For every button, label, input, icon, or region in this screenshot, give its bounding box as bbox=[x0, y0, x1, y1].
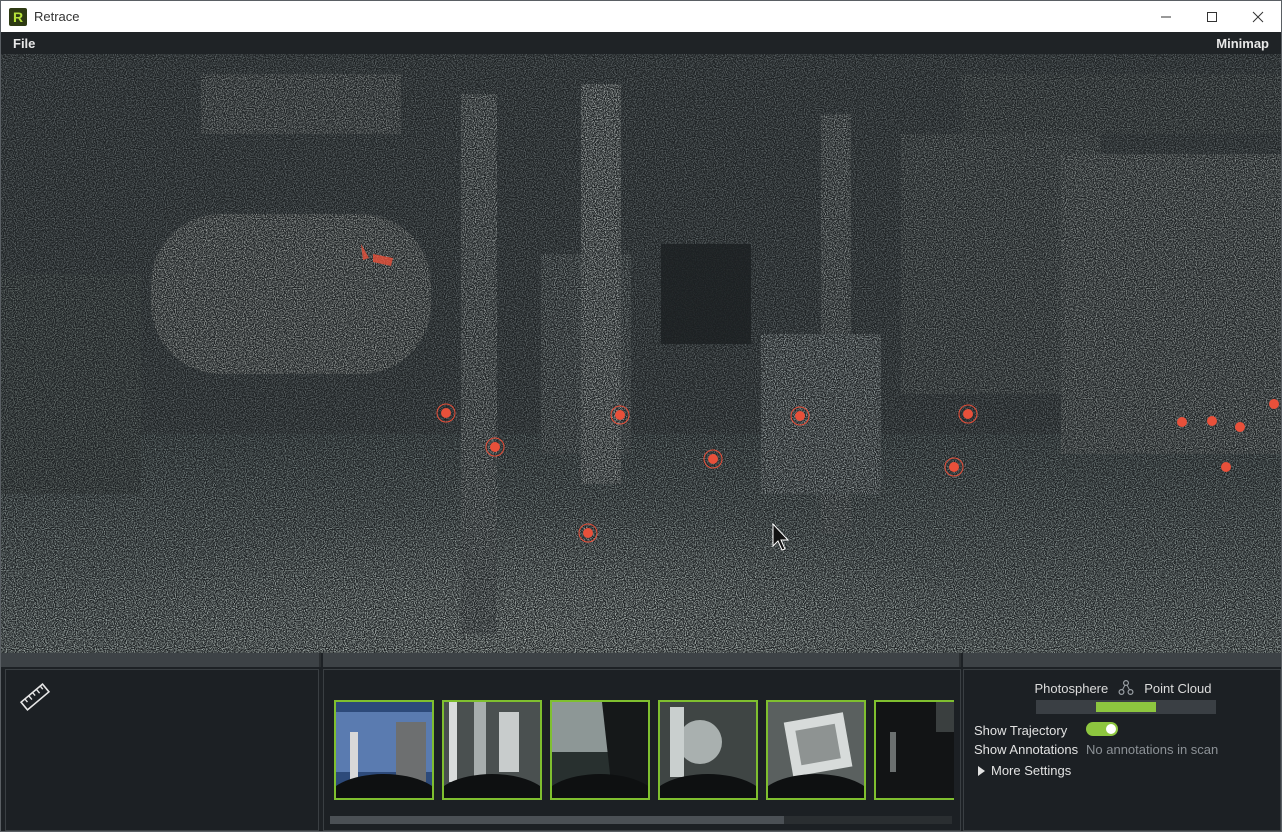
mode-point-cloud-label[interactable]: Point Cloud bbox=[1144, 681, 1211, 696]
window-title: Retrace bbox=[34, 9, 80, 24]
left-panel-header bbox=[1, 653, 321, 667]
thumbnail-6[interactable] bbox=[874, 700, 954, 800]
thumbnail-image bbox=[444, 702, 540, 798]
thumbnail-image bbox=[660, 702, 756, 798]
thumbnail-3[interactable] bbox=[550, 700, 650, 800]
thumbnail-2[interactable] bbox=[442, 700, 542, 800]
annotations-status: No annotations in scan bbox=[1086, 742, 1219, 757]
thumbnail-image bbox=[768, 702, 864, 798]
thumbnail-scrollbar[interactable] bbox=[330, 816, 952, 824]
thumbnail-image bbox=[876, 702, 954, 798]
point-cloud-viewport[interactable] bbox=[1, 54, 1281, 653]
close-button[interactable] bbox=[1235, 1, 1281, 32]
network-icon bbox=[1118, 680, 1134, 696]
maximize-icon bbox=[1207, 11, 1217, 22]
view-mode-slider[interactable] bbox=[1036, 700, 1216, 714]
thumbnail-strip[interactable] bbox=[334, 700, 954, 802]
view-mode-labels: Photosphere Point Cloud bbox=[964, 680, 1282, 696]
view-mode-slider-fill bbox=[1096, 702, 1156, 712]
show-trajectory-toggle[interactable] bbox=[1086, 722, 1118, 736]
thumbnail-1[interactable] bbox=[334, 700, 434, 800]
maximize-button[interactable] bbox=[1189, 1, 1235, 32]
minimize-icon bbox=[1161, 16, 1171, 17]
thumbnail-4[interactable] bbox=[658, 700, 758, 800]
menu-minimap[interactable]: Minimap bbox=[1216, 36, 1269, 51]
mode-photosphere-label[interactable]: Photosphere bbox=[1035, 681, 1109, 696]
view-settings-panel: Photosphere Point Cloud Show Trajectory … bbox=[963, 669, 1281, 831]
toggle-knob bbox=[1106, 724, 1116, 734]
thumbnail-5[interactable] bbox=[766, 700, 866, 800]
show-annotations-label: Show Annotations bbox=[974, 742, 1079, 757]
close-icon bbox=[1252, 11, 1264, 22]
ruler-icon[interactable] bbox=[18, 680, 52, 714]
thumbnail-image bbox=[336, 702, 432, 798]
menu-bar: File Minimap bbox=[1, 32, 1281, 54]
minimize-button[interactable] bbox=[1143, 1, 1189, 32]
show-trajectory-label: Show Trajectory bbox=[974, 723, 1068, 738]
more-settings-label: More Settings bbox=[991, 763, 1072, 778]
point-cloud-scene bbox=[1, 54, 1281, 653]
more-settings-expander[interactable]: More Settings bbox=[978, 763, 1071, 778]
title-bar[interactable]: R Retrace bbox=[1, 1, 1281, 32]
photosphere-thumbnail-panel bbox=[323, 669, 961, 831]
app-window: R Retrace File Minimap Photosphere Point… bbox=[0, 0, 1282, 832]
window-controls bbox=[1143, 1, 1281, 32]
thumbnail-scrollbar-thumb[interactable] bbox=[330, 816, 784, 824]
center-panel-header bbox=[323, 653, 961, 667]
thumbnail-image bbox=[552, 702, 648, 798]
menu-file[interactable]: File bbox=[13, 36, 35, 51]
app-logo-icon: R bbox=[9, 7, 27, 26]
expand-triangle-icon bbox=[978, 765, 985, 776]
tools-panel bbox=[5, 669, 319, 831]
right-panel-header bbox=[963, 653, 1281, 667]
